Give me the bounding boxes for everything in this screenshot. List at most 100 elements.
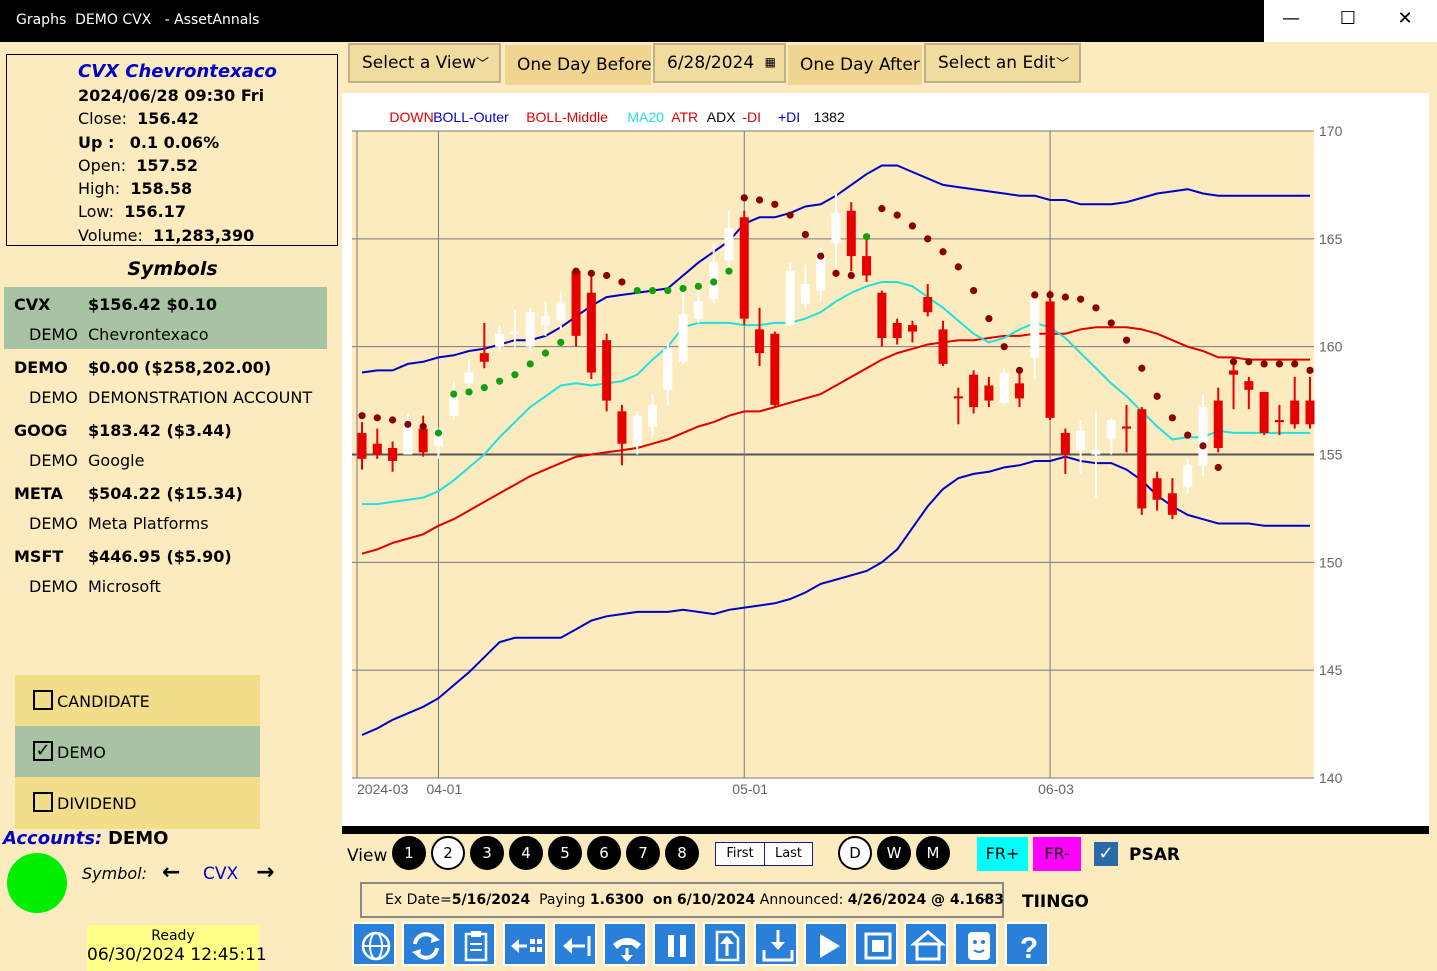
ex-date-label: Ex Date= [385,892,452,908]
face-button[interactable] [954,922,999,966]
candle-body [1152,478,1162,500]
candle-body [984,385,994,401]
y-tick-label: 150 [1319,554,1343,570]
accounts-label: Accounts: [3,828,103,849]
candle-body [755,329,765,354]
view-button-4[interactable]: 4 [509,836,543,870]
view-button-3[interactable]: 3 [470,836,504,870]
psar-dot [572,267,580,275]
candle-body [388,448,398,461]
symbol-price: $183.42 ($3.44) [88,421,232,440]
psar-dot [924,235,932,243]
view-button-8[interactable]: 8 [665,836,699,870]
download-tray-button[interactable] [753,922,798,966]
view-button-5[interactable]: 5 [548,836,582,870]
arrow-left-bar-button[interactable] [552,922,597,966]
psar-dot [725,267,733,275]
psar-dot [1168,414,1176,422]
symbol-row-msft[interactable]: MSFT $446.95 ($5.90) DEMO Microsoft [4,539,327,601]
low-label: Low: [78,202,115,221]
maximize-button[interactable]: ☐ [1333,8,1363,29]
candle-body [418,428,428,453]
view-button-1[interactable]: 1 [392,836,426,870]
psar-dot [893,211,901,219]
list-candidate[interactable]: CANDIDATE [15,675,260,727]
refresh-button[interactable] [402,922,447,966]
select-edit-dropdown[interactable]: Select an Edit ﹀ [924,43,1081,83]
candle-body [846,210,856,257]
psar-dot [633,286,641,295]
psar-dot [480,384,488,392]
symbol-nav-value[interactable]: CVX [203,864,238,884]
candidate-checkbox[interactable] [33,690,53,710]
psar-dot [419,422,427,431]
y-tick-label: 140 [1319,770,1343,786]
demo-checkbox[interactable]: ✓ [33,741,53,761]
list-demo[interactable]: ✓ DEMO [15,726,260,778]
candle-body [907,325,917,332]
period-weekly-button[interactable]: W [877,836,911,870]
symbol-row-goog[interactable]: GOOG $183.42 ($3.44) DEMO Google [4,413,327,475]
psar-dot [358,412,366,420]
symbol-name: Google [88,451,145,470]
dividend-checkbox[interactable] [33,792,53,812]
period-daily-button[interactable]: D [838,836,872,870]
play-button[interactable] [803,922,848,966]
one-day-after-button[interactable]: One Day After [788,45,922,85]
candle-body [464,372,474,384]
candle-body [969,374,979,408]
view-button-6[interactable]: 6 [587,836,621,870]
symbol-row-meta[interactable]: META $504.22 ($15.34) DEMO Meta Platforms [4,476,327,538]
phone-down-button[interactable] [603,922,647,966]
candle-body [724,228,734,261]
upload-doc-button[interactable] [703,922,748,966]
symbol-nav-label: Symbol: [82,864,147,883]
symbol-row-demo[interactable]: DEMO $0.00 ($258,202.00) DEMO DEMONSTRATI… [4,350,327,412]
view-button-2[interactable]: 2 [431,836,465,870]
announced-label: Announced: [759,892,844,908]
accounts-value[interactable]: DEMO [108,828,168,849]
home-button[interactable] [904,922,949,966]
close-button[interactable]: ✕ [1390,8,1420,29]
last-button[interactable]: Last [764,842,813,866]
chevron-down-icon: ﹀ [976,896,990,911]
low-value: 156.17 [124,202,186,221]
symbol-row-cvx[interactable]: CVX $156.42 $0.10 DEMO Chevrontexaco [4,287,327,349]
one-day-before-button[interactable]: One Day Before [505,45,652,85]
list-dividend[interactable]: DIVIDEND [15,777,260,829]
help-button[interactable]: ? [1004,922,1049,966]
period-monthly-button[interactable]: M [916,836,950,870]
select-view-dropdown[interactable]: Select a View ﹀ [348,43,501,83]
refresh-icon [412,932,441,960]
next-symbol-arrow-icon[interactable]: → [256,860,274,885]
candle-body [1290,400,1300,425]
arrow-grid-button[interactable] [502,922,547,966]
psar-dot [603,271,611,280]
pay-date-value: 6/10/2024 [676,892,756,908]
symbol-account: DEMO [29,514,78,533]
fr-plus-button[interactable]: FR+ [977,837,1028,871]
price-chart[interactable]: 170 165 160 155 150 145 140 2024-03 04-01 05-01 06… [342,93,1429,826]
fr-minus-button[interactable]: FR- [1033,837,1081,871]
psar-label: PSAR [1129,845,1180,865]
pause-button[interactable] [653,922,698,966]
view-button-7[interactable]: 7 [626,836,660,870]
clipboard-button[interactable] [452,922,497,966]
date-value: 6/28/2024 [667,53,755,73]
date-picker[interactable]: 6/28/2024 ▦ [653,43,786,83]
candle-body [602,340,612,401]
dividend-info: Ex Date=5/16/2024 Paying 1.6300 on 6/10/… [385,892,1004,908]
arrow-left-bar-icon [562,936,591,956]
psar-dot [1245,358,1253,366]
psar-dot [526,360,534,368]
stop-button[interactable] [854,922,898,966]
psar-checkbox[interactable]: ✓ [1094,842,1118,866]
legend-item: UP [362,109,381,125]
globe-button[interactable] [352,922,396,966]
dividend-dropdown[interactable]: Ex Date=5/16/2024 Paying 1.6300 on 6/10/… [360,882,1004,918]
prev-symbol-arrow-icon[interactable]: ← [162,860,180,885]
psar-dot [801,230,810,239]
title-bar: Graphs DEMO CVX - AssetAnnals [0,0,1437,42]
minimize-button[interactable]: — [1276,8,1306,29]
first-button[interactable]: First [715,842,765,866]
